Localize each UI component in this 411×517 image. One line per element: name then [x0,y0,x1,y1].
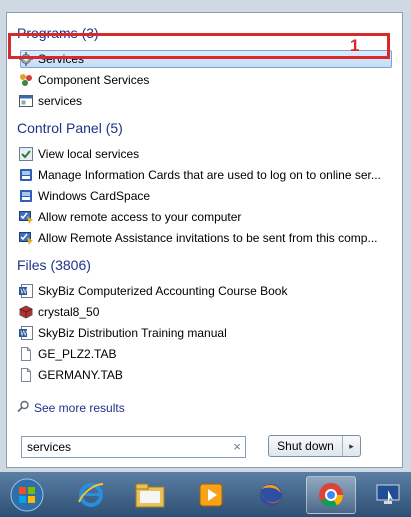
cp-label: Allow remote access to your computer [38,210,242,224]
component-services-icon [19,73,33,87]
magnifier-icon [17,400,30,416]
start-orb-button[interactable] [2,476,52,514]
media-player-icon [199,483,223,507]
console-icon [19,94,33,108]
file-label: SkyBiz Distribution Training manual [38,326,227,340]
svg-text:W: W [20,288,27,296]
word-doc-icon: W [19,326,33,340]
section-control-panel: Control Panel (5) [17,120,123,136]
shut-down-options-arrow-icon[interactable]: ▸ [343,441,360,452]
cardspace-icon [19,189,33,203]
svg-text:W: W [20,330,27,338]
cp-view-local-services[interactable]: View local services [19,144,399,164]
services-check-icon [19,147,33,161]
file-label: crystal8_50 [38,305,100,319]
blank-file-icon [19,368,33,382]
program-label: Component Services [38,73,150,87]
see-more-label: See more results [34,401,125,415]
annotation-highlight-box [8,33,390,59]
file-label: SkyBiz Computerized Accounting Course Bo… [38,284,288,298]
program-component-services[interactable]: Component Services [19,70,399,90]
taskbar-media-player[interactable] [186,476,236,514]
annotation-number: 1 [350,36,360,55]
see-more-results-link[interactable]: See more results [17,400,125,416]
taskbar-windows-explorer[interactable] [125,476,175,514]
remote-shield-icon [19,210,33,224]
file-crystal8-50[interactable]: crystal8_50 [19,302,399,322]
taskbar-chrome[interactable] [306,476,356,514]
search-value: services [27,440,72,454]
file-germany-tab[interactable]: GERMANY.TAB [19,365,399,385]
cp-label: Allow Remote Assistance invitations to b… [38,231,378,245]
folder-icon [135,483,165,508]
word-doc-icon: W [19,284,33,298]
remote-shield-icon [19,231,33,245]
section-files: Files (3806) [17,257,91,273]
file-skybiz-accounting-course-book[interactable]: W SkyBiz Computerized Accounting Course … [19,281,399,301]
cp-manage-information-cards[interactable]: Manage Information Cards that are used t… [19,165,399,185]
file-label: GE_PLZ2.TAB [38,347,117,361]
file-ge-plz2-tab[interactable]: GE_PLZ2.TAB [19,344,399,364]
cardspace-icon [19,168,33,182]
taskbar-internet-explorer[interactable] [66,476,116,514]
cp-allow-remote-access[interactable]: Allow remote access to your computer [19,207,399,227]
windows-logo-icon [10,478,44,512]
clear-search-icon[interactable]: × [233,439,241,454]
internet-explorer-icon [78,483,104,507]
file-skybiz-distribution-manual[interactable]: W SkyBiz Distribution Training manual [19,323,399,343]
chrome-icon [319,483,343,508]
remote-desktop-icon [376,484,400,504]
shut-down-button-group: Shut down ▸ [268,435,361,457]
firefox-icon [260,484,282,506]
cp-allow-remote-assistance[interactable]: Allow Remote Assistance invitations to b… [19,228,399,248]
crystal-cube-icon [19,305,33,319]
cp-label: View local services [38,147,140,161]
search-input[interactable]: services × [21,436,246,458]
cp-label: Manage Information Cards that are used t… [38,168,381,182]
program-label: services [38,94,83,108]
shut-down-button[interactable]: Shut down [269,436,343,456]
start-menu-panel: Programs (3) Services Component Services… [6,12,403,468]
start-menu-frame: Programs (3) Services Component Services… [0,0,411,472]
cp-label: Windows CardSpace [38,189,151,203]
taskbar-firefox[interactable] [246,476,296,514]
cp-windows-cardspace[interactable]: Windows CardSpace [19,186,399,206]
program-services-console[interactable]: services [19,91,399,111]
taskbar [0,472,411,517]
blank-file-icon [19,347,33,361]
file-label: GERMANY.TAB [38,368,123,382]
taskbar-remote-desktop[interactable] [370,476,406,514]
